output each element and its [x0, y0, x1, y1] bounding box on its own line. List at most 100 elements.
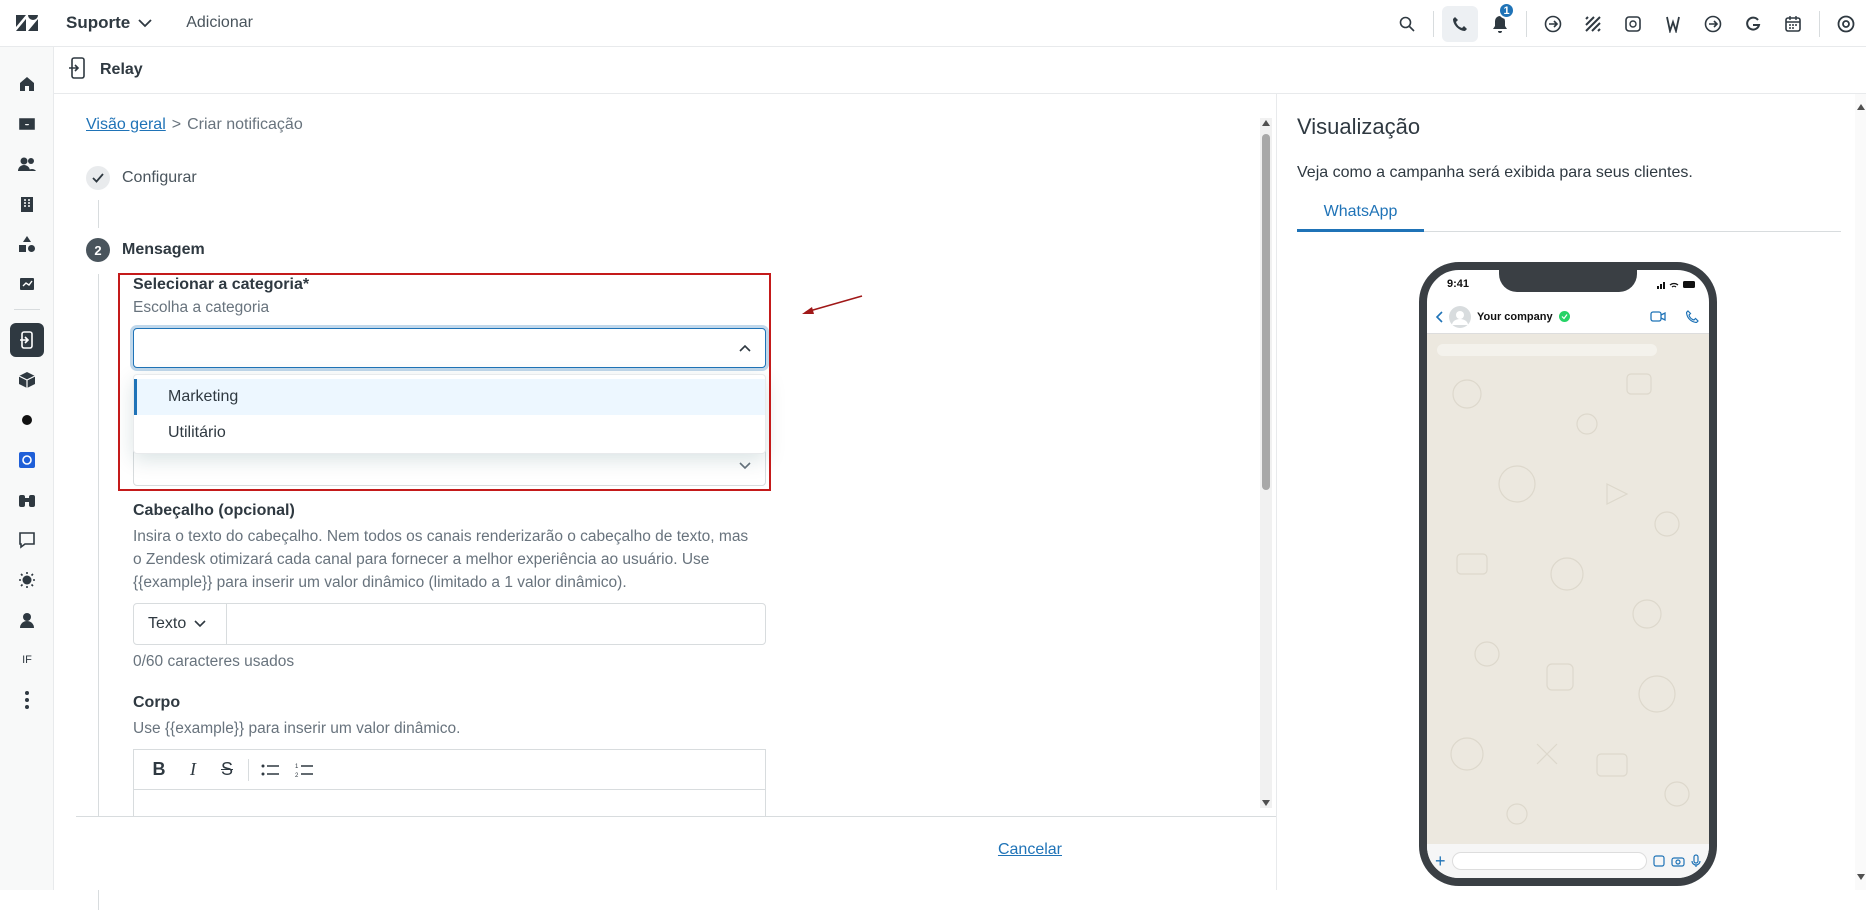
svg-text:1: 1	[295, 764, 299, 770]
header-type-value: Texto	[148, 615, 187, 632]
chat-background	[1427, 334, 1709, 844]
italic-button[interactable]: I	[176, 755, 210, 785]
annotation-arrow-icon	[802, 295, 863, 314]
phone-icon[interactable]	[1442, 5, 1478, 42]
step-configure-label: Configurar	[122, 169, 197, 186]
initials-item[interactable]: IF	[10, 643, 44, 677]
shapes-icon[interactable]	[10, 227, 44, 261]
reporting-icon[interactable]	[10, 267, 44, 301]
check-icon	[86, 166, 110, 190]
bullet-list-icon[interactable]	[253, 755, 287, 785]
cancel-button[interactable]: Cancelar	[998, 841, 1062, 859]
divider	[1819, 10, 1820, 37]
back-icon	[1435, 310, 1443, 323]
more-icon[interactable]	[10, 683, 44, 717]
zendesk-logo-icon[interactable]	[0, 0, 54, 47]
preview-panel: Visualização Veja como a campanha será e…	[1276, 94, 1866, 890]
bell-icon[interactable]: 1	[1480, 0, 1520, 47]
help-icon[interactable]	[1826, 0, 1866, 47]
add-button[interactable]: Adicionar	[186, 14, 253, 32]
relay-icon[interactable]	[10, 323, 44, 357]
phone-notch	[1499, 270, 1637, 292]
binoculars-icon[interactable]	[10, 483, 44, 517]
app-icon-2[interactable]	[1573, 0, 1613, 47]
app-icon[interactable]	[10, 443, 44, 477]
step-connector	[98, 274, 99, 910]
agent-icon[interactable]	[10, 603, 44, 637]
app-icon-5[interactable]	[1693, 0, 1733, 47]
top-icons: 1	[1387, 0, 1866, 47]
header-text-input[interactable]	[226, 603, 766, 645]
main-content: Visão geral > Criar notificação Configur…	[54, 94, 1276, 910]
home-icon[interactable]	[10, 67, 44, 101]
call-icon	[1686, 310, 1699, 323]
breadcrumb-link-overview[interactable]: Visão geral	[86, 116, 166, 134]
main-scrollbar[interactable]	[1260, 118, 1272, 808]
app-icon-6[interactable]	[1733, 0, 1773, 47]
chat-icon[interactable]	[10, 523, 44, 557]
scroll-up-icon[interactable]	[1856, 102, 1866, 112]
chat-input-field	[1451, 852, 1647, 870]
step-configure[interactable]: Configurar	[86, 166, 197, 190]
body-label: Corpo	[133, 694, 181, 711]
breadcrumb-current: Criar notificação	[187, 116, 303, 133]
divider	[1433, 10, 1434, 37]
scroll-down-icon[interactable]	[1261, 798, 1271, 808]
divider	[1526, 10, 1527, 37]
search-icon[interactable]	[1387, 0, 1427, 47]
chevron-down-icon	[194, 620, 206, 628]
product-name: Suporte	[66, 13, 131, 32]
chevron-down-icon	[138, 19, 152, 28]
top-bar: Suporte Adicionar 1	[0, 0, 1866, 47]
camera-icon	[1671, 857, 1685, 867]
phone-mockup: 9:41 Your company +	[1419, 262, 1717, 886]
sticker-icon	[1653, 855, 1665, 867]
tab-whatsapp[interactable]: WhatsApp	[1297, 194, 1424, 232]
app-icon-3[interactable]	[1613, 0, 1653, 47]
product-switcher[interactable]: Suporte	[66, 13, 152, 33]
numbered-list-icon[interactable]: 12	[287, 755, 321, 785]
header-type-select[interactable]: Texto	[133, 603, 227, 645]
step-message: 2 Mensagem	[86, 238, 205, 262]
scrollbar-thumb[interactable]	[1262, 134, 1270, 490]
chat-input-bar: +	[1427, 844, 1709, 878]
verified-icon	[1558, 311, 1570, 322]
app-header: Relay	[54, 47, 1866, 94]
form-footer: Cancelar	[76, 816, 1276, 890]
nav-divider	[14, 309, 40, 310]
strikethrough-button[interactable]: S	[210, 755, 244, 785]
step-message-label: Mensagem	[122, 241, 205, 258]
body-hint: Use {{example}} para inserir um valor di…	[133, 720, 461, 737]
box-icon[interactable]	[10, 363, 44, 397]
organizations-icon[interactable]	[10, 187, 44, 221]
body-editor-toolbar: B I S 12	[133, 749, 766, 789]
users-icon[interactable]	[10, 147, 44, 181]
inbox-icon[interactable]	[10, 107, 44, 141]
preview-scrollbar[interactable]	[1855, 94, 1866, 890]
header-hint-line3: {{example}} para inserir um valor dinâmi…	[133, 574, 627, 591]
mic-icon	[1691, 854, 1701, 867]
relay-app-icon	[68, 56, 86, 84]
notification-badge: 1	[1498, 2, 1515, 19]
app-icon-4[interactable]	[1653, 0, 1693, 47]
svg-text:2: 2	[295, 773, 299, 778]
header-char-counter: 0/60 caracteres usados	[133, 653, 295, 670]
scroll-up-icon[interactable]	[1261, 118, 1271, 128]
plus-icon: +	[1435, 850, 1446, 871]
calendar-icon[interactable]	[1773, 0, 1813, 47]
bold-button[interactable]: B	[142, 755, 176, 785]
step-connector	[98, 200, 99, 228]
scroll-down-icon[interactable]	[1856, 872, 1866, 882]
contact-name: Your company	[1477, 310, 1553, 323]
breadcrumb-separator: >	[171, 116, 182, 133]
preview-subtitle: Veja como a campanha será exibida para s…	[1297, 164, 1693, 181]
app-name: Relay	[100, 61, 143, 78]
home-indicator	[1523, 882, 1615, 886]
header-hint-line1: Insira o texto do cabeçalho. Nem todos o…	[133, 528, 749, 545]
chat-pattern	[1450, 373, 1690, 825]
sun-icon[interactable]	[10, 563, 44, 597]
preview-tabs: WhatsApp	[1297, 194, 1841, 232]
header-label: Cabeçalho (opcional)	[133, 502, 295, 519]
dot-icon[interactable]	[10, 403, 44, 437]
app-icon-1[interactable]	[1533, 0, 1573, 47]
